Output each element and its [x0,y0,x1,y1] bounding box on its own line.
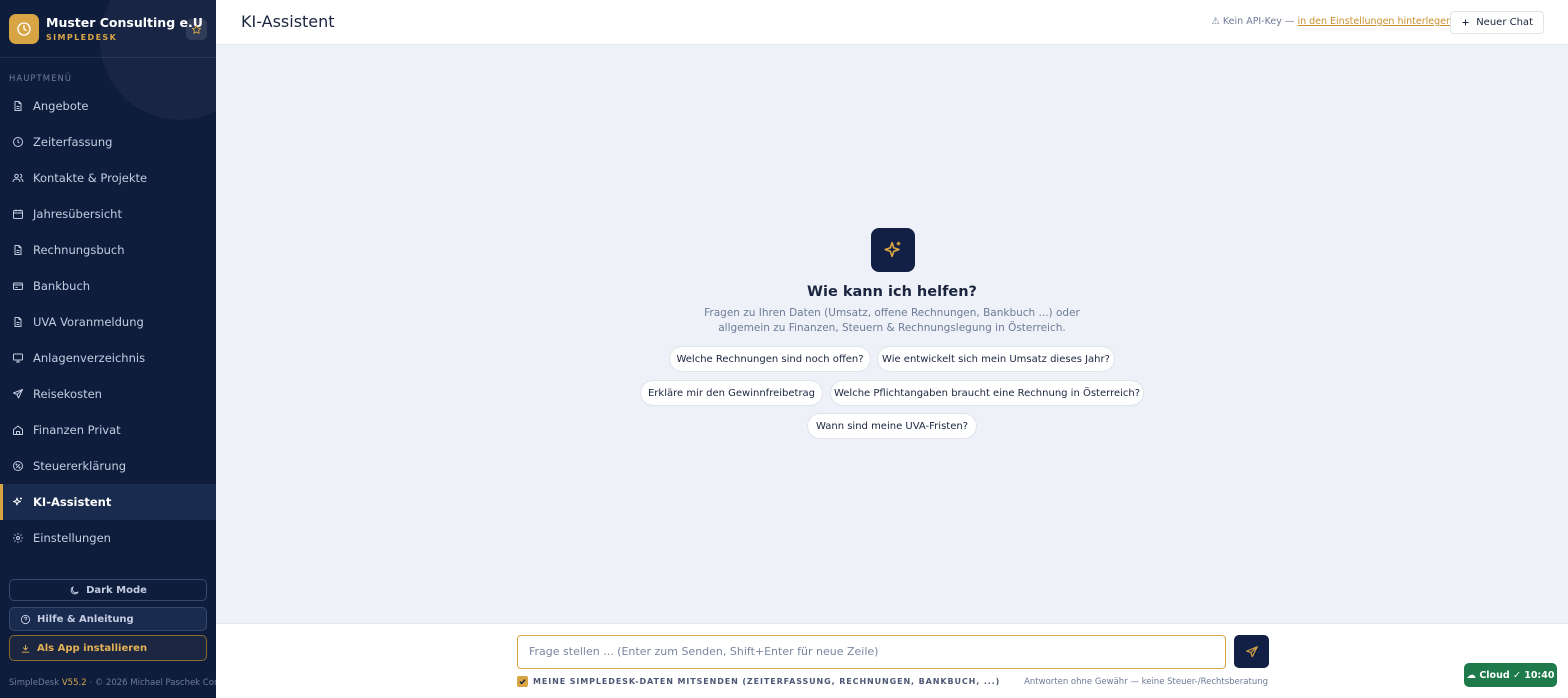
sidebar-item-label: Einstellungen [33,531,111,545]
suggestion-chip[interactable]: Wann sind meine UVA-Fristen? [807,413,977,439]
menu-heading: HAUPTMENÜ [9,74,73,84]
star-icon[interactable] [186,19,207,40]
company-name: Muster Consulting e.U [46,15,203,30]
sidebar-item-label: UVA Voranmeldung [33,315,144,329]
sparkle-icon [871,228,915,272]
help-button[interactable]: Hilfe & Anleitung [9,607,207,631]
send-icon [1245,645,1258,657]
data-consent-checkbox[interactable]: MEINE SIMPLEDESK-DATEN MITSENDEN (ZEITER… [517,676,1000,687]
hero-title: Wie kann ich helfen? [807,284,977,300]
footer-version: V55.2 [61,678,87,688]
new-chat-label: Neuer Chat [1476,17,1533,28]
sidebar-item-anlagen[interactable]: Anlagenverzeichnis [0,340,216,376]
plus-icon [1462,19,1469,26]
dark-mode-label: Dark Mode [86,584,147,596]
new-chat-button[interactable]: Neuer Chat [1450,11,1544,34]
plane-icon [13,389,23,399]
help-icon [20,614,31,624]
sidebar-item-label: Zeiterfassung [33,135,113,149]
api-warning-text: ⚠ Kein API-Key — [1211,16,1295,27]
sidebar-item-finanzen-privat[interactable]: Finanzen Privat [0,412,216,448]
clock-icon[interactable] [9,14,39,44]
tax-icon [13,461,23,471]
sidebar-item-bankbuch[interactable]: Bankbuch [0,268,216,304]
sidebar-item-uva[interactable]: UVA Voranmeldung [0,304,216,340]
calendar-icon [13,209,23,219]
suggestion-chip[interactable]: Welche Pflichtangaben braucht eine Rechn… [830,380,1144,406]
sidebar-item-kontakte[interactable]: Kontakte & Projekte [0,160,216,196]
sidebar-item-zeiterfassung[interactable]: Zeiterfassung [0,124,216,160]
disclaimer-text: Antworten ohne Gewähr — keine Steuer-/Re… [1024,677,1268,687]
sidebar-item-label: KI-Assistent [33,495,112,509]
hero-description-line: allgemein zu Finanzen, Steuern & Rechnun… [718,322,1066,334]
sidebar-item-label: Reisekosten [33,387,102,401]
dark-mode-button[interactable]: Dark Mode [9,579,207,601]
suggestion-chip[interactable]: Welche Rechnungen sind noch offen? [669,346,871,372]
install-app-button[interactable]: Als App installieren [9,635,207,661]
sidebar-item-label: Anlagenverzeichnis [33,351,146,365]
users-icon [12,173,24,183]
download-icon [21,644,30,653]
home-icon [13,425,23,435]
monitor-icon [13,353,23,363]
sidebar-item-einstellungen[interactable]: Einstellungen [0,520,216,556]
api-key-warning: ⚠ Kein API-Key — in den Einstellungen hi… [1211,16,1452,27]
cloud-sync-badge[interactable]: ☁ Cloud ✓ 10:40 [1464,663,1557,687]
sidebar-item-angebote[interactable]: Angebote [0,88,216,124]
sidebar-item-label: Steuererklärung [33,459,127,473]
card-icon [13,282,23,290]
sidebar-item-label: Kontakte & Projekte [33,171,148,185]
help-label: Hilfe & Anleitung [37,613,134,625]
settings-link[interactable]: in den Einstellungen hinterlegen [1297,16,1452,27]
gear-icon [13,533,23,543]
app-subtitle: SIMPLEDESK [46,33,118,42]
sidebar-item-reisekosten[interactable]: Reisekosten [0,376,216,412]
sidebar-item-label: Bankbuch [33,279,91,293]
sidebar-item-steuererklaerung[interactable]: Steuererklärung [0,448,216,484]
hero-description: Fragen zu Ihren Daten (Umsatz, offene Re… [692,306,1092,336]
hero-description-line: Fragen zu Ihren Daten (Umsatz, offene Re… [704,307,1080,319]
page-title: KI-Assistent [241,12,335,31]
footer-app-name: SimpleDesk [9,678,60,688]
checkmark-icon[interactable] [517,676,528,687]
moon-icon [70,585,79,594]
sidebar-item-label: Angebote [33,99,89,113]
sidebar-item-ki-assistent[interactable]: KI-Assistent [0,484,216,520]
install-label: Als App installieren [37,642,148,654]
sparkle-icon [13,497,22,506]
document-icon [14,317,22,327]
chat-input[interactable] [517,635,1226,669]
suggestion-chip[interactable]: Erkläre mir den Gewinnfreibetrag [640,380,823,406]
chat-composer: MEINE SIMPLEDESK-DATEN MITSENDEN (ZEITER… [216,623,1568,698]
top-header: KI-Assistent ⚠ Kein API-Key — in den Ein… [216,0,1568,45]
sidebar-item-rechnungsbuch[interactable]: Rechnungsbuch [0,232,216,268]
document-icon [14,245,22,255]
consent-label: MEINE SIMPLEDESK-DATEN MITSENDEN (ZEITER… [533,677,1001,686]
main-menu: Angebote Zeiterfassung Kontakte & Projek… [0,88,216,556]
footer-copyright: · © 2026 Michael Paschek Consult [89,678,216,688]
sidebar-item-label: Finanzen Privat [33,423,121,437]
brand-header: Muster Consulting e.U SIMPLEDESK [0,0,216,58]
document-icon [14,101,22,111]
sidebar: Muster Consulting e.U SIMPLEDESK HAUPTME… [0,0,216,698]
sidebar-item-label: Rechnungsbuch [33,243,125,257]
send-button[interactable] [1234,635,1269,668]
sidebar-item-label: Jahresübersicht [33,207,122,221]
sidebar-item-jahresuebersicht[interactable]: Jahresübersicht [0,196,216,232]
sidebar-footer: SimpleDesk V55.2 · © 2026 Michael Pasche… [9,678,216,688]
clock-icon [13,137,23,147]
suggestion-chip[interactable]: Wie entwickelt sich mein Umsatz dieses J… [877,346,1115,372]
